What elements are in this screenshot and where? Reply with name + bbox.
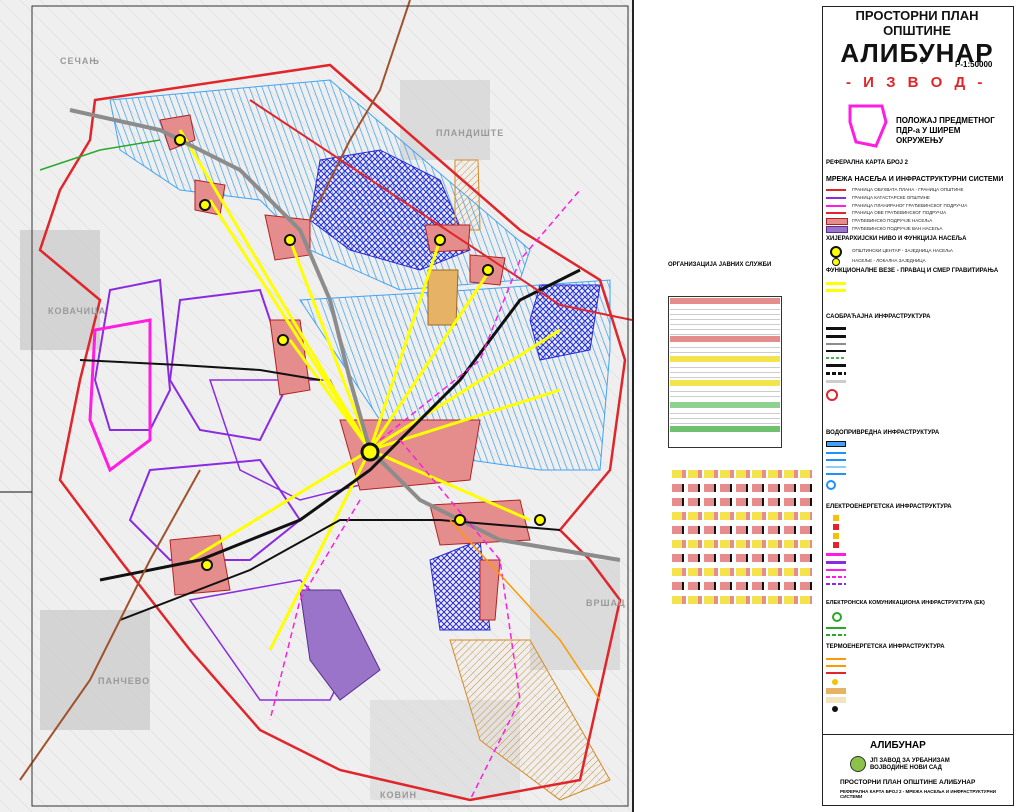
- footer-plan: ПРОСТОРНИ ПЛАН ОПШТИНЕ АЛИБУНАР: [840, 779, 976, 786]
- footer-client: АЛИБУНАР: [870, 740, 926, 751]
- irrigation-zone-east: [529, 284, 601, 361]
- legend-boundary-6: ГРАЂЕВИНСКО ПОДРУЧЈЕ ВАН НАСЕЉА: [852, 226, 943, 231]
- settlement-area-4: [424, 224, 471, 253]
- plan-heading: ПРОСТОРНИ ПЛАН ОПШТИНЕ: [855, 8, 979, 38]
- legend-center-1: ОПШТИНСКИ ЦЕНТАР - ЗАЈЕДНИЦА НАСЕЉА: [852, 248, 953, 253]
- thermal-title: ТЕРМОЕНЕРГЕТСКА ИНФРАСТРУКТУРА: [826, 644, 945, 650]
- municipal-center-icon: [830, 246, 842, 258]
- label-kovacica: КОВАЧИЦА: [48, 306, 107, 316]
- map-title: МРЕЖА НАСЕЉА И ИНФРАСТРУКТУРНИ СИСТЕМИ: [826, 176, 1004, 183]
- label-pancevo: ПАНЧЕВО: [98, 676, 151, 686]
- water-swatches: [826, 438, 846, 498]
- swatch-planned: [826, 205, 846, 207]
- footer-institute: ЈП ЗАВОД ЗА УРБАНИЗАМ ВОЈВОДИНЕ НОВИ САД: [870, 758, 950, 771]
- hierarchy-title: ХИЈЕРАРХИЈСКИ НИВО И ФУНКЦИЈА НАСЕЉА: [826, 236, 967, 242]
- legend-boundary-2: ГРАНИЦА КАТАСТАРСКЕ ОПШТИНЕ: [852, 195, 930, 200]
- label-vrsac: ВРШАЦ: [586, 598, 626, 608]
- label-secanj: СЕЧАЊ: [60, 56, 100, 66]
- scale-label: Р-1:50000: [955, 60, 993, 69]
- legend-boundary-5: ГРАЂЕВИНСКО ПОДРУЧЈЕ НАСЕЉА: [852, 218, 933, 223]
- traffic-title: САОБРАЋАЈНА ИНФРАСТРУКТУРА: [826, 314, 931, 320]
- industrial-zone-1: [454, 159, 481, 231]
- north-arrow-icon: ⇡: [918, 56, 927, 67]
- local-center-icon: [832, 258, 840, 266]
- swatch-cadastral: [826, 197, 846, 199]
- power-title: ЕЛЕКТРОЕНЕРГЕТСКА ИНФРАСТРУКТУРА: [826, 504, 952, 510]
- thermal-swatches: [826, 654, 846, 734]
- swatch-building-area: [826, 212, 846, 214]
- swatch-gravity-1: [826, 282, 846, 285]
- legend-center-2: НАСЕЉЕ - ЛОКАЛНА ЗАЈЕДНИЦА: [852, 258, 926, 263]
- location-shape-icon: [848, 104, 888, 148]
- swatch-outside: [826, 226, 848, 233]
- institute-logo-icon: [850, 756, 866, 772]
- label-plandiste: ПЛАНДИШТЕ: [436, 128, 505, 138]
- swatch-gravity-2: [826, 289, 846, 292]
- swatch-municipal-boundary: [826, 189, 846, 191]
- vrsac-area: [530, 560, 620, 670]
- legend-boundary-1: ГРАНИЦА ОБУХВАТА ПЛАНА - ГРАНИЦА ОПШТИНЕ: [852, 187, 964, 192]
- legend-boundary-4: ГРАНИЦА ОВЕ ГРАЂЕВИНСКОГ ПОДРУЧЈА: [852, 210, 947, 215]
- map-canvas[interactable]: [0, 0, 632, 812]
- location-label: ПОЛОЖАЈ ПРЕДМЕТНОГ ПДР-а У ШИРЕМ ОКРУЖЕЊ…: [896, 116, 995, 145]
- telecom-title: ЕЛЕКТРОНСКА КОМУНИКАЦИОНА ИНФРАСТРУКТУРА…: [826, 600, 985, 606]
- telecom-swatches: [826, 610, 846, 640]
- traffic-swatches: [826, 324, 846, 434]
- power-swatches: [826, 512, 846, 592]
- footer-map: РЕФЕРАЛНА КАРТА БРОЈ 2 - МРЕЖА НАСЕЉА И …: [840, 789, 996, 799]
- water-title: ВОДОПРИВРЕДНА ИНФРАСТРУКТУРА: [826, 430, 940, 436]
- plandiste-area: [400, 80, 490, 160]
- industrial-zone-2: [427, 269, 459, 326]
- label-kovin: КОВИН: [380, 790, 417, 800]
- functional-title: ФУНКЦИОНАЛНЕ ВЕЗЕ - ПРАВАЦ И СМЕР ГРАВИТ…: [826, 268, 999, 274]
- legend-boundary-3: ГРАНИЦА ПЛАНИРАНОГ ГРАЂЕВИНСКОГ ПОДРУЧЈА: [852, 203, 968, 208]
- ref-map-label: РЕФЕРАЛНА КАРТА БРОЈ 2: [826, 160, 908, 166]
- swatch-settlement: [826, 218, 848, 225]
- extract-label: - И З В О Д -: [846, 74, 987, 91]
